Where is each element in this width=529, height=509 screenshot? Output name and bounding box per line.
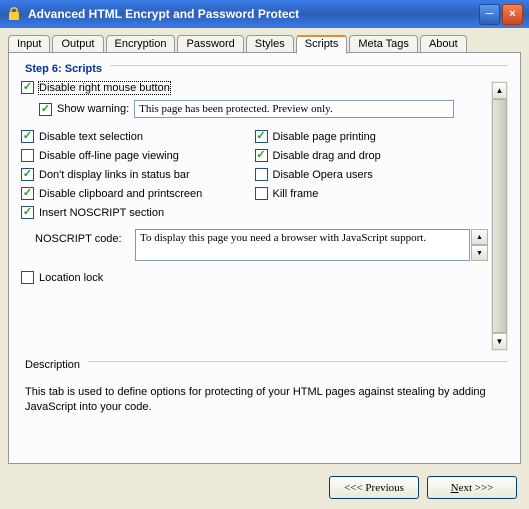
warning-text-input[interactable] — [134, 100, 454, 118]
tab-password[interactable]: Password — [177, 35, 243, 53]
checkbox-show-warning[interactable] — [39, 103, 52, 116]
checkbox-disable-offline[interactable] — [21, 149, 34, 162]
label-disable-text-selection: Disable text selection — [39, 131, 143, 143]
app-icon — [6, 6, 22, 22]
label-disable-printing: Disable page printing — [273, 131, 376, 143]
label-disable-offline: Disable off-line page viewing — [39, 150, 179, 162]
window-title: Advanced HTML Encrypt and Password Prote… — [28, 7, 479, 21]
tab-metatags[interactable]: Meta Tags — [349, 35, 418, 53]
checkbox-disable-drag-drop[interactable] — [255, 149, 268, 162]
checkbox-kill-frame[interactable] — [255, 187, 268, 200]
tab-output[interactable]: Output — [52, 35, 103, 53]
previous-button[interactable]: <<< Previous — [329, 476, 419, 499]
scroll-down-button[interactable]: ▼ — [492, 333, 507, 350]
minimize-button[interactable]: ─ — [479, 4, 500, 25]
label-disable-drag-drop: Disable drag and drop — [273, 150, 381, 162]
label-location-lock: Location lock — [39, 272, 103, 284]
tab-content: Step 6: Scripts Disable right mouse butt… — [8, 52, 521, 464]
label-show-warning: Show warning: — [57, 103, 129, 115]
divider — [110, 65, 508, 66]
checkbox-dont-display-links[interactable] — [21, 168, 34, 181]
step-title: Step 6: Scripts — [21, 63, 106, 75]
title-bar: Advanced HTML Encrypt and Password Prote… — [0, 0, 529, 28]
options-scroll-area: Disable right mouse button Show warning:… — [21, 81, 508, 351]
client-area: Input Output Encryption Password Styles … — [0, 28, 529, 509]
noscript-spin-up[interactable]: ▲ — [471, 229, 488, 245]
scrollbar[interactable]: ▲ ▼ — [491, 81, 508, 351]
label-disable-opera: Disable Opera users — [273, 169, 373, 181]
checkbox-insert-noscript[interactable] — [21, 206, 34, 219]
tab-strip: Input Output Encryption Password Styles … — [8, 35, 521, 53]
scroll-track[interactable] — [492, 99, 507, 333]
description-title: Description — [21, 359, 84, 371]
label-disable-right-mouse: Disable right mouse button — [39, 82, 170, 94]
label-kill-frame: Kill frame — [273, 188, 319, 200]
divider — [88, 361, 508, 362]
label-disable-clipboard: Disable clipboard and printscreen — [39, 188, 202, 200]
scroll-up-button[interactable]: ▲ — [492, 82, 507, 99]
label-insert-noscript: Insert NOSCRIPT section — [39, 207, 164, 219]
checkbox-disable-opera[interactable] — [255, 168, 268, 181]
label-dont-display-links: Don't display links in status bar — [39, 169, 190, 181]
description-text: This tab is used to define options for p… — [21, 377, 508, 419]
checkbox-location-lock[interactable] — [21, 271, 34, 284]
next-button[interactable]: Next >>> — [427, 476, 517, 499]
noscript-spin-down[interactable]: ▼ — [471, 245, 488, 261]
noscript-code-label: NOSCRIPT code: — [35, 229, 135, 245]
checkbox-disable-right-mouse[interactable] — [21, 81, 34, 94]
tab-about[interactable]: About — [420, 35, 467, 53]
tab-scripts[interactable]: Scripts — [296, 35, 348, 54]
tab-encryption[interactable]: Encryption — [106, 35, 176, 53]
tab-input[interactable]: Input — [8, 35, 50, 53]
scroll-thumb[interactable] — [492, 99, 507, 333]
noscript-code-input[interactable]: To display this page you need a browser … — [135, 229, 470, 261]
tab-styles[interactable]: Styles — [246, 35, 294, 53]
close-button[interactable]: × — [502, 4, 523, 25]
checkbox-disable-printing[interactable] — [255, 130, 268, 143]
checkbox-disable-clipboard[interactable] — [21, 187, 34, 200]
checkbox-disable-text-selection[interactable] — [21, 130, 34, 143]
